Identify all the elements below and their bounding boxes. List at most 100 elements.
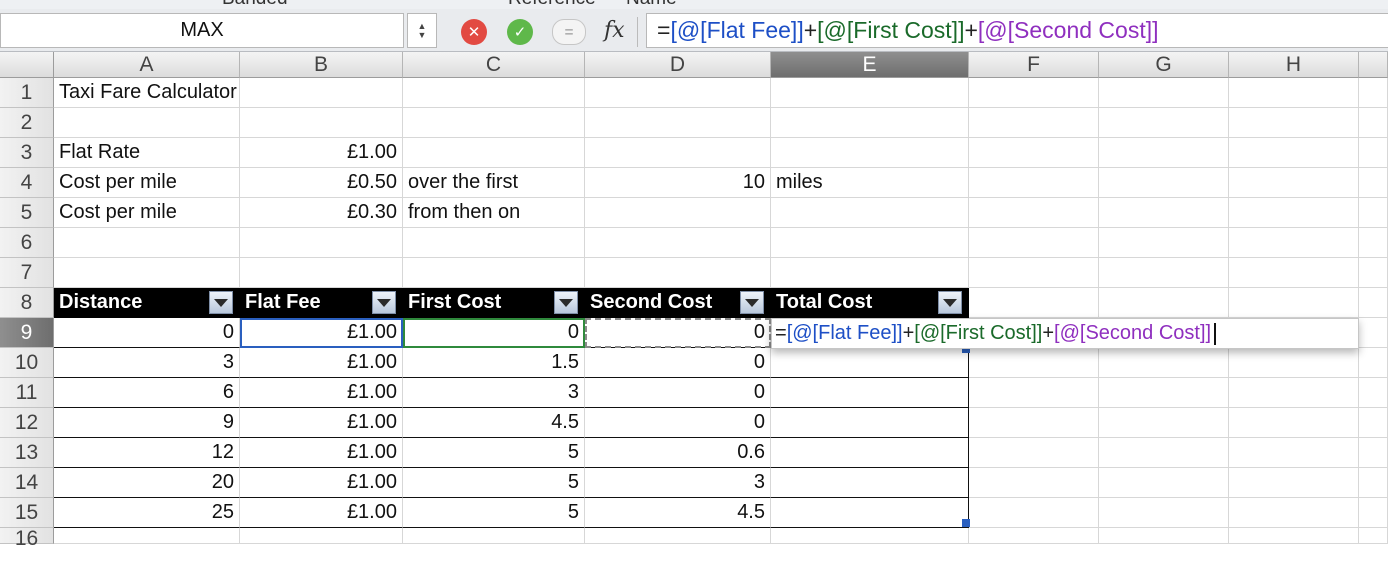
row-header[interactable]: 16 bbox=[0, 528, 54, 550]
cell-c9[interactable]: 0 bbox=[403, 318, 585, 348]
cell-g11[interactable] bbox=[1099, 378, 1229, 408]
cell-c14[interactable]: 5 bbox=[403, 468, 585, 498]
cell-b3[interactable]: £1.00 bbox=[240, 138, 403, 168]
table-header-first-cost[interactable]: First Cost bbox=[403, 288, 585, 318]
column-header-e[interactable]: E bbox=[771, 52, 969, 78]
filter-dropdown-icon[interactable] bbox=[938, 291, 962, 314]
cell-g5[interactable] bbox=[1099, 198, 1229, 228]
cell-h5[interactable] bbox=[1229, 198, 1359, 228]
cell-g4[interactable] bbox=[1099, 168, 1229, 198]
cell-d12[interactable]: 0 bbox=[585, 408, 771, 438]
cell-g15[interactable] bbox=[1099, 498, 1229, 528]
insert-function-button[interactable]: fx bbox=[604, 18, 625, 43]
column-header-f[interactable]: F bbox=[969, 52, 1099, 78]
cell-c16[interactable] bbox=[403, 528, 585, 544]
cell-b1[interactable] bbox=[240, 78, 403, 108]
row-header[interactable]: 2 bbox=[0, 108, 54, 138]
cell-c10[interactable]: 1.5 bbox=[403, 348, 585, 378]
cell-e5[interactable] bbox=[771, 198, 969, 228]
filter-dropdown-icon[interactable] bbox=[209, 291, 233, 314]
filter-dropdown-icon[interactable] bbox=[372, 291, 396, 314]
cell-c7[interactable] bbox=[403, 258, 585, 288]
row-header[interactable]: 4 bbox=[0, 168, 54, 198]
cell-g3[interactable] bbox=[1099, 138, 1229, 168]
name-box-stepper[interactable]: ▲ ▼ bbox=[407, 13, 437, 48]
cell-d4[interactable]: 10 bbox=[585, 168, 771, 198]
cell-i10[interactable] bbox=[1359, 348, 1388, 378]
cell-h12[interactable] bbox=[1229, 408, 1359, 438]
filter-dropdown-icon[interactable] bbox=[740, 291, 764, 314]
cell-e14[interactable] bbox=[771, 468, 969, 498]
accept-icon[interactable]: ✓ bbox=[507, 19, 533, 45]
cell-e6[interactable] bbox=[771, 228, 969, 258]
cell-f15[interactable] bbox=[969, 498, 1099, 528]
table-header-total-cost[interactable]: Total Cost bbox=[771, 288, 969, 318]
cell-i12[interactable] bbox=[1359, 408, 1388, 438]
cell-e4[interactable]: miles bbox=[771, 168, 969, 198]
cell-c15[interactable]: 5 bbox=[403, 498, 585, 528]
cell-h15[interactable] bbox=[1229, 498, 1359, 528]
cell-g2[interactable] bbox=[1099, 108, 1229, 138]
cell-i2[interactable] bbox=[1359, 108, 1388, 138]
cell-f3[interactable] bbox=[969, 138, 1099, 168]
cell-g7[interactable] bbox=[1099, 258, 1229, 288]
cell-h14[interactable] bbox=[1229, 468, 1359, 498]
cell-g8[interactable] bbox=[1099, 288, 1229, 318]
table-header-flat-fee[interactable]: Flat Fee bbox=[240, 288, 403, 318]
cell-i5[interactable] bbox=[1359, 198, 1388, 228]
cell-h10[interactable] bbox=[1229, 348, 1359, 378]
cell-b2[interactable] bbox=[240, 108, 403, 138]
cell-i7[interactable] bbox=[1359, 258, 1388, 288]
cell-e10[interactable] bbox=[771, 348, 969, 378]
cell-h11[interactable] bbox=[1229, 378, 1359, 408]
cell-e16[interactable] bbox=[771, 528, 969, 544]
table-header-distance[interactable]: Distance bbox=[54, 288, 240, 318]
cell-d1[interactable] bbox=[585, 78, 771, 108]
cell-d9[interactable]: 0 bbox=[585, 318, 771, 348]
cell-i13[interactable] bbox=[1359, 438, 1388, 468]
cell-b7[interactable] bbox=[240, 258, 403, 288]
cell-g10[interactable] bbox=[1099, 348, 1229, 378]
cell-f6[interactable] bbox=[969, 228, 1099, 258]
cell-e15[interactable] bbox=[771, 498, 969, 528]
cell-c3[interactable] bbox=[403, 138, 585, 168]
cell-d5[interactable] bbox=[585, 198, 771, 228]
column-header-b[interactable]: B bbox=[240, 52, 403, 78]
cell-a9[interactable]: 0 bbox=[54, 318, 240, 348]
cell-h6[interactable] bbox=[1229, 228, 1359, 258]
cell-b4[interactable]: £0.50 bbox=[240, 168, 403, 198]
cell-f7[interactable] bbox=[969, 258, 1099, 288]
cell-f2[interactable] bbox=[969, 108, 1099, 138]
cell-g14[interactable] bbox=[1099, 468, 1229, 498]
cell-e1[interactable] bbox=[771, 78, 969, 108]
cell-b6[interactable] bbox=[240, 228, 403, 258]
cell-f1[interactable] bbox=[969, 78, 1099, 108]
cell-a6[interactable] bbox=[54, 228, 240, 258]
cell-i15[interactable] bbox=[1359, 498, 1388, 528]
cell-f11[interactable] bbox=[969, 378, 1099, 408]
row-header[interactable]: 11 bbox=[0, 378, 54, 408]
cell-c6[interactable] bbox=[403, 228, 585, 258]
cell-f13[interactable] bbox=[969, 438, 1099, 468]
function-icon[interactable]: = bbox=[552, 19, 586, 45]
cell-d3[interactable] bbox=[585, 138, 771, 168]
cell-f14[interactable] bbox=[969, 468, 1099, 498]
cell-a1[interactable]: Taxi Fare Calculator bbox=[54, 78, 240, 108]
cell-i3[interactable] bbox=[1359, 138, 1388, 168]
cell-b12[interactable]: £1.00 bbox=[240, 408, 403, 438]
cell-c12[interactable]: 4.5 bbox=[403, 408, 585, 438]
cell-b14[interactable]: £1.00 bbox=[240, 468, 403, 498]
cell-a15[interactable]: 25 bbox=[54, 498, 240, 528]
cell-i4[interactable] bbox=[1359, 168, 1388, 198]
column-header-g[interactable]: G bbox=[1099, 52, 1229, 78]
cell-a3[interactable]: Flat Rate bbox=[54, 138, 240, 168]
row-header[interactable]: 9 bbox=[0, 318, 54, 348]
cell-e13[interactable] bbox=[771, 438, 969, 468]
cell-e7[interactable] bbox=[771, 258, 969, 288]
select-all-corner[interactable] bbox=[0, 52, 54, 78]
cell-d6[interactable] bbox=[585, 228, 771, 258]
cell-i11[interactable] bbox=[1359, 378, 1388, 408]
cell-c1[interactable] bbox=[403, 78, 585, 108]
column-header-i[interactable] bbox=[1359, 52, 1388, 78]
cell-g13[interactable] bbox=[1099, 438, 1229, 468]
